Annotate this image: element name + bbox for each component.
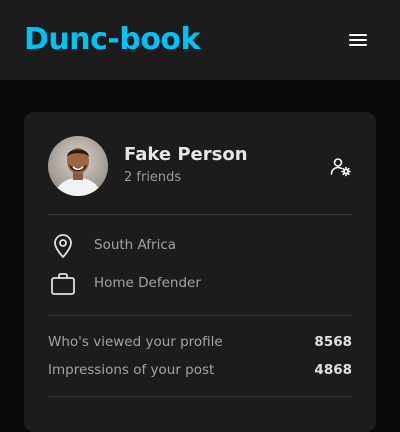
post-impressions-label: Impressions of your post: [48, 362, 215, 378]
divider: [48, 214, 352, 215]
location-pin-icon: [54, 234, 72, 258]
post-impressions-value: 4868: [314, 362, 352, 378]
profile-views-value: 8568: [314, 334, 352, 350]
divider: [48, 396, 352, 397]
manage-friends-button[interactable]: [330, 156, 352, 178]
divider: [48, 315, 352, 316]
occupation-text: Home Defender: [94, 275, 201, 291]
profile-card: Fake Person 2 friends South Africa Home …: [24, 112, 376, 432]
avatar[interactable]: [48, 136, 108, 196]
profile-name[interactable]: Fake Person: [124, 143, 248, 167]
brand-logo[interactable]: Dunc-book: [24, 19, 201, 61]
top-navbar: Dunc-book: [0, 0, 400, 80]
briefcase-icon: [51, 273, 75, 295]
avatar-image: [48, 136, 108, 196]
user-settings-icon: [330, 158, 351, 177]
menu-button[interactable]: [342, 28, 374, 52]
location-text: South Africa: [94, 237, 177, 253]
friend-count: 2 friends: [124, 170, 182, 185]
hamburger-menu-icon: [349, 34, 367, 46]
profile-views-label: Who's viewed your profile: [48, 334, 223, 350]
